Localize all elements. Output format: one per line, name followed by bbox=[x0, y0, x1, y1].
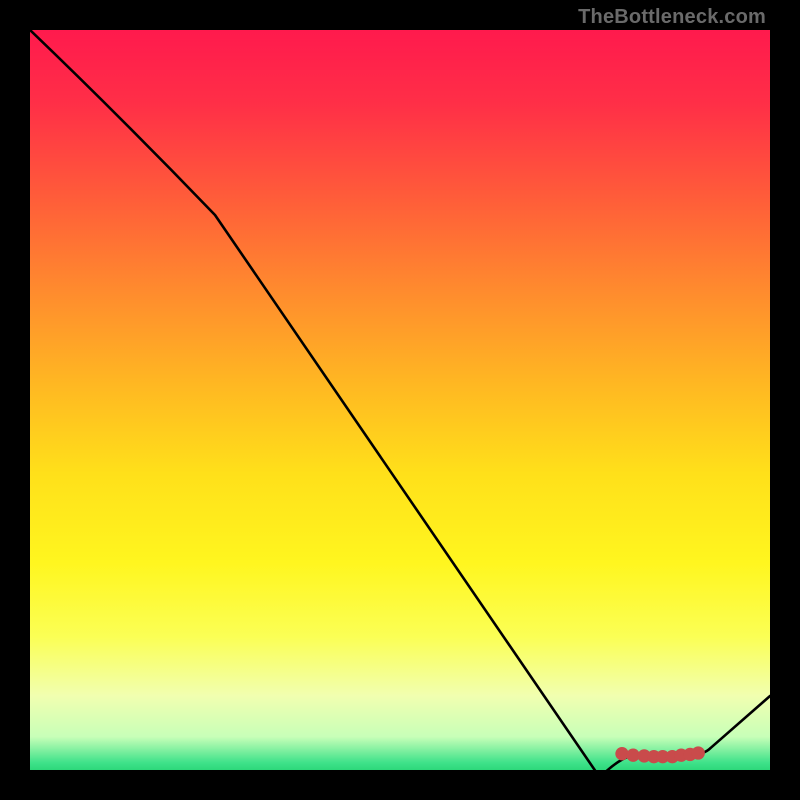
marker-dot bbox=[692, 746, 705, 759]
watermark-text: TheBottleneck.com bbox=[578, 6, 766, 29]
curve-layer bbox=[30, 30, 770, 770]
bottleneck-curve bbox=[30, 30, 770, 770]
optimal-range-markers bbox=[615, 746, 705, 763]
chart-frame: TheBottleneck.com bbox=[0, 0, 800, 800]
plot-area bbox=[30, 30, 770, 770]
